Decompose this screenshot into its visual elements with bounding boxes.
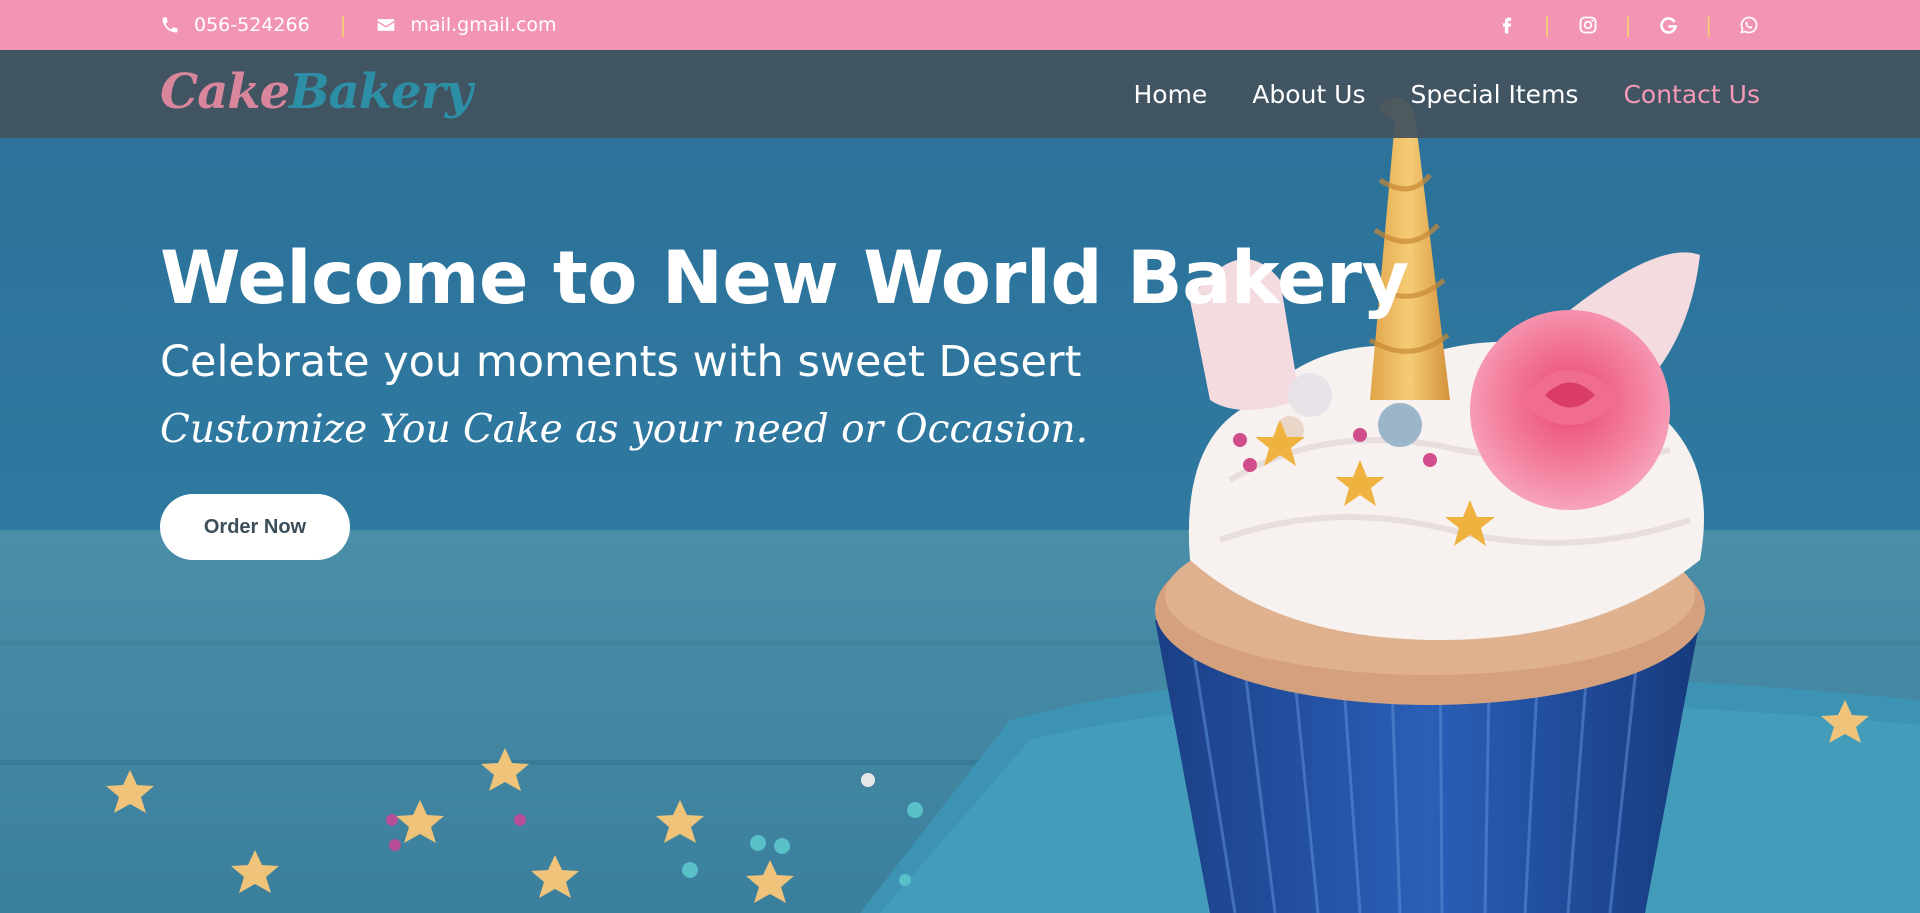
logo[interactable]: CakeBakery <box>160 64 473 120</box>
instagram-icon[interactable] <box>1577 14 1599 36</box>
google-icon[interactable] <box>1657 14 1679 36</box>
phone-icon <box>160 15 180 35</box>
whatsapp-icon[interactable] <box>1738 14 1760 36</box>
contact-info: 056-524266 | mail.gmail.com <box>160 0 557 50</box>
separator: | <box>1624 13 1632 37</box>
hero-tagline: Customize You Cake as your need or Occas… <box>160 407 1089 452</box>
nav-link-home[interactable]: Home <box>1133 80 1207 109</box>
order-now-button[interactable]: Order Now <box>160 494 350 560</box>
phone-number: 056-524266 <box>194 14 310 36</box>
nav-link-special-items[interactable]: Special Items <box>1410 80 1578 109</box>
hero-section: Welcome to New World Bakery Celebrate yo… <box>160 230 1409 560</box>
hero-subtitle: Celebrate you moments with sweet Desert <box>160 337 1082 387</box>
top-contact-bar: 056-524266 | mail.gmail.com | | | <box>0 0 1920 50</box>
logo-word-cake: Cake <box>160 64 290 120</box>
email-address: mail.gmail.com <box>410 14 557 36</box>
logo-word-bakery: Bakery <box>289 64 473 120</box>
main-navbar: CakeBakery Home About Us Special Items C… <box>0 50 1920 138</box>
separator: | <box>1705 13 1712 37</box>
nav-link-about-us[interactable]: About Us <box>1252 80 1365 109</box>
separator: | <box>339 13 347 37</box>
envelope-icon <box>376 15 396 35</box>
nav-menu: Home About Us Special Items Contact Us <box>1088 50 1760 138</box>
nav-link-contact-us[interactable]: Contact Us <box>1623 80 1760 109</box>
phone-contact[interactable]: 056-524266 <box>160 14 310 36</box>
hero-title: Welcome to New World Bakery <box>160 236 1409 321</box>
email-contact[interactable]: mail.gmail.com <box>376 14 557 36</box>
facebook-icon[interactable] <box>1496 14 1518 36</box>
social-links: | | | <box>1496 0 1760 50</box>
separator: | <box>1543 13 1551 37</box>
